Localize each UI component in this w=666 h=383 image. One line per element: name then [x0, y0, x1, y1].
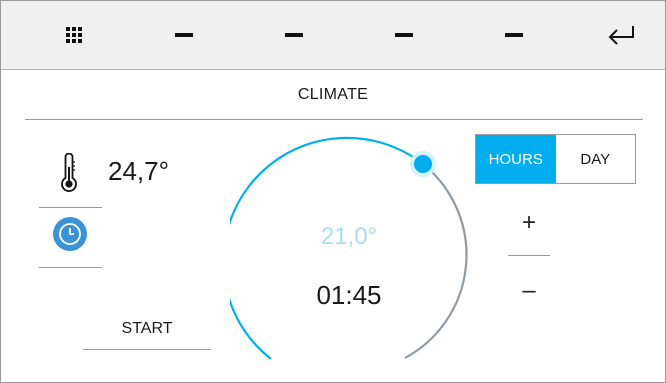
mode-toggle: HOURS DAY — [475, 134, 636, 184]
mode-hours[interactable]: HOURS — [476, 135, 556, 183]
dial-track-arc — [404, 163, 468, 359]
return-arrow-icon[interactable] — [606, 20, 636, 50]
minus-icon: – — [522, 277, 536, 304]
thermometer-icon — [56, 152, 82, 193]
divider — [39, 207, 102, 208]
increase-button[interactable]: + — [509, 203, 549, 243]
dial-handle — [410, 151, 436, 177]
start-button-label: START — [121, 320, 173, 337]
start-button[interactable]: START — [83, 309, 211, 350]
setpoint-temperature: 21,0° — [320, 223, 378, 250]
page-title: CLIMATE — [1, 70, 665, 119]
timer-value: 01:45 — [316, 280, 382, 310]
decrease-button[interactable]: – — [509, 271, 549, 311]
mode-day[interactable]: DAY — [556, 135, 636, 183]
dash-icon[interactable] — [169, 20, 199, 50]
current-temperature: 24,7° — [108, 156, 170, 186]
dash-icon[interactable] — [389, 20, 419, 50]
page-title-text: CLIMATE — [297, 85, 369, 103]
dash-icon[interactable] — [499, 20, 529, 50]
grid-icon[interactable] — [59, 20, 89, 50]
dash-icon[interactable] — [279, 20, 309, 50]
divider — [508, 255, 550, 256]
plus-icon: + — [521, 209, 536, 236]
divider — [39, 267, 102, 268]
title-divider — [25, 119, 643, 120]
top-navigation-bar — [1, 1, 665, 70]
temperature-dial[interactable] — [222, 136, 468, 366]
climate-panel: CLIMATE 24,7° START 21,0° 01:45 HOURS DA… — [0, 0, 666, 383]
